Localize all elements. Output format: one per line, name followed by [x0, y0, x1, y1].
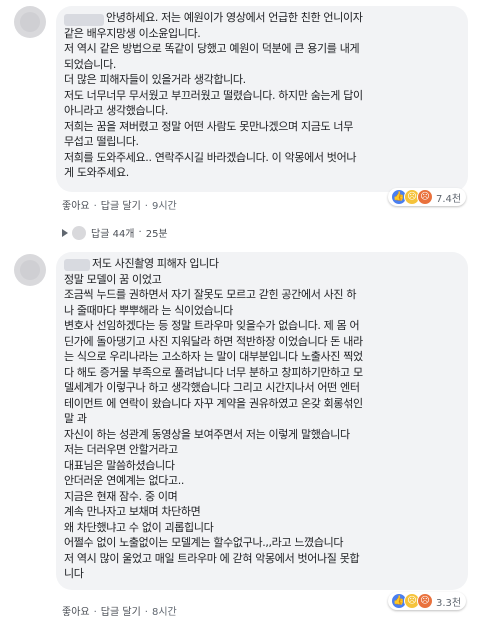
separator: ·: [144, 607, 148, 618]
reaction-summary[interactable]: 👍 ☹ ☹ 3.3천: [388, 592, 467, 610]
comment-line: 는 식으로 우리나라는 고소하자 는 말이 대부분입니다 노출사진 찍었: [64, 350, 363, 363]
separator: ·: [93, 201, 97, 212]
reply-button[interactable]: 답글 달기: [101, 201, 141, 212]
commenter-avatar[interactable]: [14, 254, 46, 286]
comment-line: 저희는 꿈을 져버렸고 정말 어떤 사람도 못만나겠으며 지금도 너무: [64, 119, 353, 133]
comment-line: 저희를 도와주세요.. 연락주시길 바라겠습니다. 이 악몽에서 벗어나: [64, 150, 357, 164]
comment-line: 무섭고 떨립니다.: [64, 135, 139, 148]
comment-line: 말 과: [64, 412, 87, 425]
comment-line: 저 역시 같은 방법으로 똑같이 당했고 예원이 덕분에 큰 용기를 내게: [64, 42, 360, 55]
reaction-summary[interactable]: 👍 ☹ ☹ 7.4천: [388, 188, 467, 206]
like-button[interactable]: 좋아요: [62, 607, 90, 618]
commenter-avatar[interactable]: [14, 6, 46, 38]
angry-icon: ☹: [417, 189, 433, 205]
replies-count[interactable]: 답글 44개: [91, 225, 135, 240]
comment-line: 어쩔수 없이 노출없이는 모델계는 할수없구나.,,라고 느꼈습니다: [64, 536, 344, 549]
comment-line: 조금씩 누드를 권하면서 자기 잘못도 모르고 갇힌 공간에서 사진 하: [64, 288, 357, 301]
comment-line: 더 많은 피해자들이 있을거라 생각합니다.: [64, 73, 246, 86]
angry-icon: ☹: [417, 593, 433, 609]
comment-line: 왜 차단했냐고 수 없이 괴롭힙니다: [64, 520, 214, 534]
comment-line: 정말 모델이 꿈 이었고: [64, 272, 162, 286]
comment-line: 아니라고 생각했습니다.: [64, 104, 168, 117]
comment-line: 딘가에 돌아댕기고 사진 지워달라 하면 적반하장 이었습니다 돈 내라: [64, 334, 363, 348]
comment-line: 저 역시 많이 울었고 매일 트라우마 에 갇혀 악몽에서 벗어나질 못합: [64, 551, 360, 565]
comment-line: 저도 너무너무 무서웠고 부끄러웠고 떨렸습니다. 하지만 숨는게 답이: [64, 88, 363, 102]
reaction-count: 3.3천: [436, 597, 462, 609]
comment-line: 다 해도 증거물 부족으로 풀려납니다 너무 분하고 창피하기만하고 모: [64, 365, 363, 379]
comment-line: 대표님은 말씀하셨습니다: [64, 458, 175, 472]
comment-line: 저는 더러우면 안할거라고: [64, 443, 178, 456]
reply-arrow-icon: [62, 228, 68, 237]
comment-timestamp[interactable]: 9시간: [152, 201, 177, 212]
comment-line: 게 도와주세요.: [64, 166, 129, 179]
comment-text: 안녕하세요. 저는 예원이가 영상에서 언급한 친한 언니이자 같은 배우지망생…: [64, 10, 363, 181]
replies-timestamp: 25분: [145, 229, 168, 240]
comment-line: 안더러운 연예계는 없다고..: [64, 474, 185, 487]
comment-actions: 좋아요 · 답글 달기 · 8시간: [62, 603, 177, 618]
comment-line: 델세계가 이렇구나 하고 생각했습니다 그리고 시간지나서 어떤 엔터: [64, 381, 360, 394]
comment-line: 되었습니다.: [64, 57, 116, 71]
comment-line: 테이먼트 에 연락이 왔습니다 자꾸 계약을 권유하였고 온갖 회롱섞인: [64, 396, 363, 410]
comment-line: 안녕하세요. 저는 예원이가 영상에서 언급한 친한 언니이자: [106, 11, 363, 24]
comment-line: 같은 배우지망생 이소윤입니다.: [64, 26, 201, 40]
reply-avatar: [72, 225, 86, 240]
view-replies-link[interactable]: 답글 44개 · 25분: [62, 225, 168, 240]
comment-line: 나 줄때마다 뿌뿌해라 는 식이었습니다: [64, 303, 233, 317]
reply-button[interactable]: 답글 달기: [101, 607, 141, 618]
separator: ·: [138, 227, 142, 238]
comment-text: 저도 사진촬영 피해자 입니다 정말 모델이 꿈 이었고 조금씩 누드를 권하면…: [64, 256, 363, 582]
comment-line: 자신이 하는 성관계 동영상을 보여주면서 저는 이렇게 말했습니다: [64, 427, 350, 441]
separator: ·: [144, 201, 148, 212]
comment-line: 지금은 현재 잠수. 중 이며: [64, 489, 178, 503]
comment-line: 니다: [64, 567, 84, 580]
comment-actions: 좋아요 · 답글 달기 · 9시간: [62, 197, 177, 212]
comment-line: 저도 사진촬영 피해자 입니다: [92, 257, 219, 270]
comment-timestamp[interactable]: 8시간: [152, 607, 177, 618]
like-button[interactable]: 좋아요: [62, 201, 90, 212]
comment-line: 변호사 선임하겠다는 등 정말 트라우마 잊을수가 없습니다. 제 몸 어: [64, 319, 360, 332]
separator: ·: [93, 607, 97, 618]
comment-line: 계속 만나자고 보채며 차단하면: [64, 505, 201, 518]
reaction-count: 7.4천: [436, 193, 462, 205]
